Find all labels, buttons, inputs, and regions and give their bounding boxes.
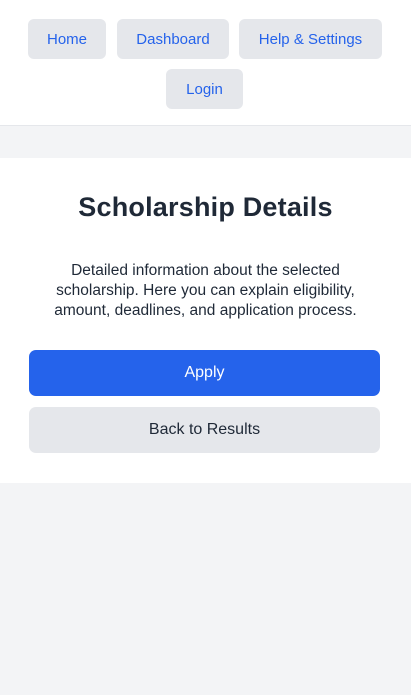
nav-help-settings-button[interactable]: Help & Settings	[239, 19, 382, 59]
nav-login-button[interactable]: Login	[166, 69, 243, 109]
page-title: Scholarship Details	[78, 192, 333, 222]
back-to-results-button[interactable]: Back to Results	[29, 407, 380, 453]
top-navigation: Home Dashboard Help & Settings Login	[0, 0, 411, 126]
apply-button[interactable]: Apply	[29, 350, 380, 396]
scholarship-description: Detailed information about the selected …	[54, 262, 357, 319]
nav-dashboard-button[interactable]: Dashboard	[117, 19, 229, 59]
section-spacer	[0, 126, 411, 158]
nav-home-button[interactable]: Home	[28, 19, 106, 59]
scholarship-details-card: Scholarship Details Detailed information…	[0, 158, 411, 483]
